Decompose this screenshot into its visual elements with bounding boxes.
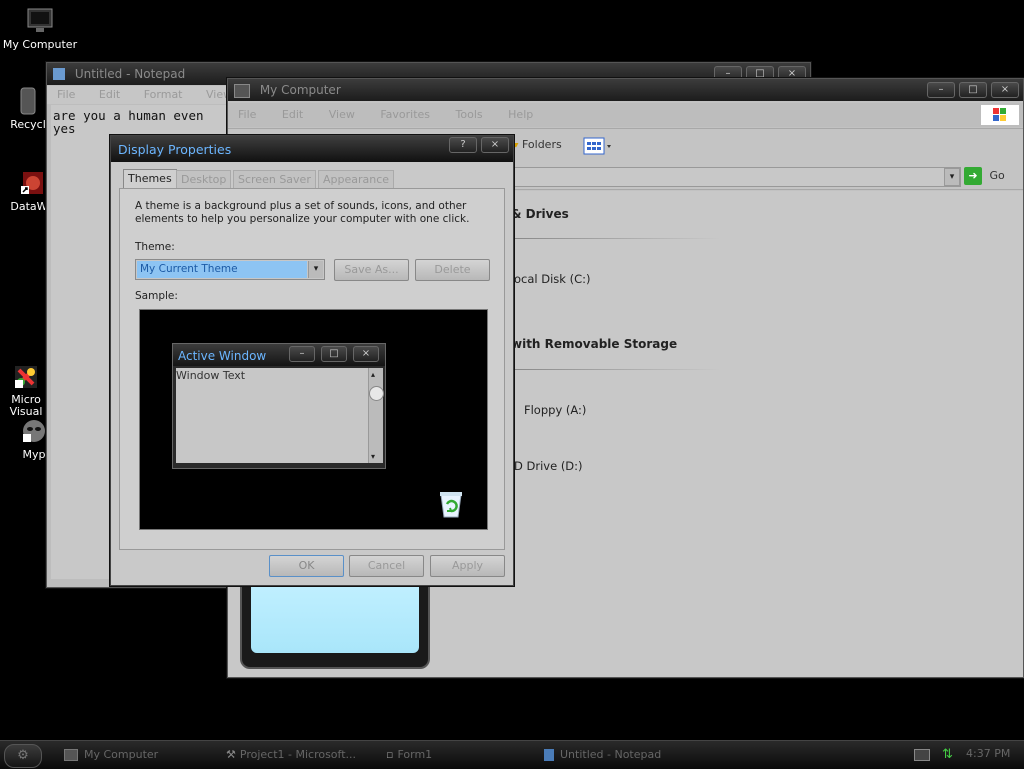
sample-window-title: Active Window (178, 349, 267, 363)
network-icon[interactable]: ⇅ (942, 747, 953, 762)
address-input[interactable] (513, 167, 961, 187)
taskbar-item-project1[interactable]: ⚒ Project1 - Microsoft... (226, 746, 356, 764)
sample-active-window: Active Window – □ × Window Text ▴ ▾ (172, 343, 386, 469)
sample-window-text: Window Text (176, 369, 246, 382)
theme-select-value: My Current Theme (137, 261, 307, 278)
recycle-bin-icon (13, 86, 43, 116)
apply-button[interactable]: Apply (430, 555, 505, 577)
monitor-preview-screen (251, 587, 419, 653)
menu-edit[interactable]: Edit (282, 108, 303, 121)
clock[interactable]: 4:37 PM (966, 747, 1010, 760)
monitor-preview (240, 581, 430, 669)
datawa-icon (17, 168, 47, 198)
themes-description: A theme is a background plus a set of so… (135, 200, 470, 225)
theme-select[interactable]: My Current Theme ▾ (135, 259, 325, 280)
monitor-icon (25, 6, 55, 36)
notepad-title: Untitled - Notepad (74, 67, 186, 81)
tab-appearance[interactable]: Appearance (318, 170, 395, 189)
themes-panel: A theme is a background plus a set of so… (119, 188, 505, 550)
delete-button[interactable]: Delete (415, 259, 490, 281)
desktop-icon-label: My Computer (2, 38, 78, 51)
scroll-down-icon: ▾ (371, 452, 376, 461)
recycle-bin-icon (437, 489, 465, 519)
taskbar-item-form1[interactable]: ▫ Form1 (386, 746, 432, 764)
section-divider (511, 238, 721, 239)
notepad-icon (544, 749, 554, 761)
close-button[interactable]: × (991, 82, 1019, 98)
section-removable-storage: with Removable Storage (511, 337, 678, 351)
menu-help[interactable]: Help (508, 108, 533, 121)
section-hard-disk-drives: & Drives (511, 207, 569, 221)
keyboard-icon[interactable] (914, 749, 930, 761)
section-divider (511, 369, 721, 370)
raccoon-icon (19, 416, 49, 446)
cancel-button[interactable]: Cancel (349, 555, 424, 577)
drive-local-disk-c[interactable]: ocal Disk (C:) (514, 272, 591, 286)
sample-close-icon: × (353, 346, 379, 362)
views-button[interactable] (582, 136, 612, 156)
sample-scroll-thumb (369, 386, 384, 401)
drive-floppy-a[interactable]: Floppy (A:) (524, 403, 586, 417)
views-icon (583, 137, 611, 155)
close-button[interactable]: × (481, 137, 509, 153)
display-properties-title: Display Properties (118, 142, 232, 157)
tab-desktop[interactable]: Desktop (176, 170, 232, 189)
menu-format[interactable]: Format (144, 88, 183, 101)
go-arrow-icon: ➜ (964, 167, 982, 185)
visual-basic-icon: ⚒ (226, 748, 236, 761)
drive-cd-d[interactable]: D Drive (D:) (514, 459, 583, 473)
tab-themes[interactable]: Themes (123, 169, 177, 190)
sample-maximize-icon: □ (321, 346, 347, 362)
sample-preview: Active Window – □ × Window Text ▴ ▾ (139, 309, 488, 530)
my-computer-menubar: File Edit View Favorites Tools Help (228, 103, 1023, 127)
visual-studio-icon (11, 350, 41, 388)
menu-tools[interactable]: Tools (456, 108, 483, 121)
sample-scrollbar: ▴ ▾ (368, 368, 384, 463)
go-button[interactable]: ➜ Go (964, 167, 1005, 185)
monitor-icon (234, 84, 250, 98)
menu-favorites[interactable]: Favorites (380, 108, 430, 121)
ok-button[interactable]: OK (269, 555, 344, 577)
scroll-up-icon: ▴ (371, 370, 376, 379)
sample-window-titlebar: Active Window – □ × (173, 344, 385, 366)
display-properties-titlebar[interactable]: Display Properties ? × (111, 136, 513, 162)
menu-file[interactable]: File (238, 108, 256, 121)
minimize-button[interactable]: – (927, 82, 955, 98)
desktop-icon-my-computer[interactable]: My Computer (0, 6, 80, 51)
sample-minimize-icon: – (289, 346, 315, 362)
taskbar-item-notepad[interactable]: Untitled - Notepad (544, 746, 661, 764)
taskbar: ⚙ My Computer ⚒ Project1 - Microsoft... ▫… (0, 740, 1024, 769)
my-computer-title: My Computer (259, 83, 341, 97)
my-computer-titlebar[interactable]: My Computer – □ × (228, 79, 1023, 101)
theme-label: Theme: (135, 241, 175, 253)
tab-screen-saver[interactable]: Screen Saver (233, 170, 316, 189)
sample-window-body: Window Text (176, 368, 368, 463)
address-dropdown-chevron-icon[interactable]: ▾ (944, 168, 960, 186)
save-as-button[interactable]: Save As... (334, 259, 409, 281)
form-icon: ▫ (386, 748, 394, 761)
folders-button[interactable]: ▰ Folders (510, 138, 562, 151)
taskbar-item-my-computer[interactable]: My Computer (64, 746, 158, 764)
notepad-icon (53, 68, 65, 80)
help-button[interactable]: ? (449, 137, 477, 153)
monitor-icon (64, 749, 78, 761)
chevron-down-icon: ▾ (308, 261, 323, 278)
menu-file[interactable]: File (57, 88, 75, 101)
sample-label: Sample: (135, 290, 178, 302)
start-button[interactable]: ⚙ (4, 744, 42, 768)
display-properties-dialog: Display Properties ? × Themes Desktop Sc… (110, 135, 514, 586)
maximize-button[interactable]: □ (959, 82, 987, 98)
menu-edit[interactable]: Edit (99, 88, 120, 101)
system-tray: ⇅ 4:37 PM (906, 741, 1024, 769)
menu-view[interactable]: View (329, 108, 355, 121)
windows-logo-icon (981, 105, 1019, 125)
